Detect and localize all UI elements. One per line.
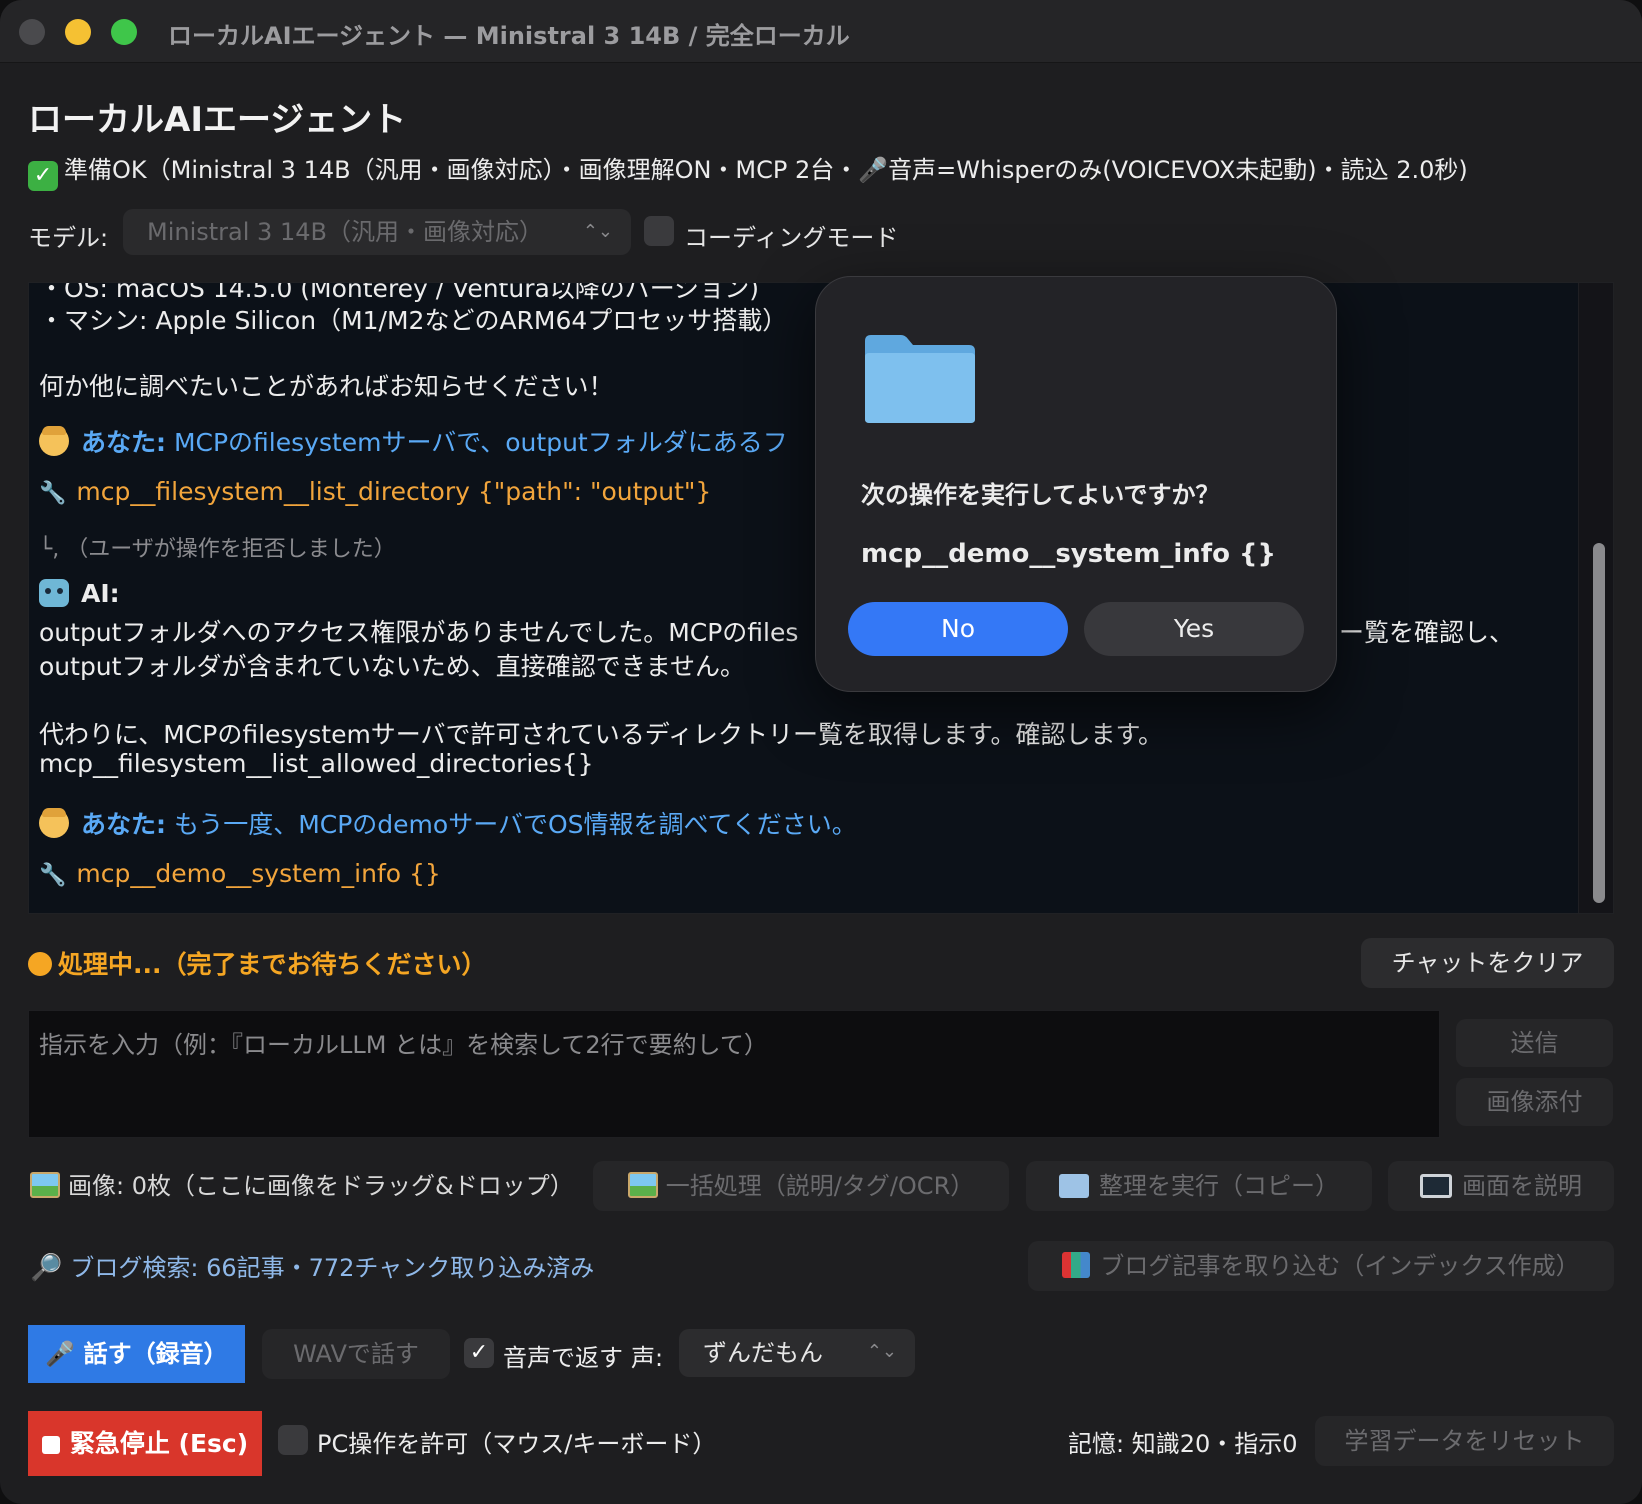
allow-pc-control-checkbox[interactable] bbox=[278, 1425, 308, 1455]
model-select[interactable]: Ministral 3 14B（汎用・画像対応） ⌃⌄ bbox=[123, 209, 631, 255]
window-title: ローカルAIエージェント — Ministral 3 14B / 完全ローカル bbox=[168, 22, 850, 50]
chat-note: └, （ユーザが操作を拒否しました） bbox=[39, 537, 396, 562]
folder-icon bbox=[1059, 1174, 1089, 1198]
stop-icon bbox=[41, 1436, 60, 1454]
microphone-icon: 🎤 bbox=[45, 1340, 76, 1368]
instruction-input[interactable] bbox=[29, 1011, 1439, 1137]
attach-image-button[interactable]: 画像添付 bbox=[1456, 1078, 1613, 1126]
voice-select[interactable]: ずんだもん ⌃⌄ bbox=[679, 1329, 915, 1377]
voice-reply-label: 音声で返す bbox=[503, 1344, 623, 1372]
describe-screen-button[interactable]: 画面を説明 bbox=[1388, 1161, 1614, 1211]
allow-pc-control-label: PC操作を許可（マウス/キーボード） bbox=[317, 1430, 717, 1458]
dialog-no-button[interactable]: No bbox=[848, 602, 1068, 656]
app-title: ローカルAIエージェント bbox=[28, 100, 407, 140]
title-bar: ローカルAIエージェント — Ministral 3 14B / 完全ローカル bbox=[0, 0, 1642, 63]
user-speaker: あなた: bbox=[81, 428, 166, 457]
stop-label: 緊急停止 (Esc) bbox=[69, 1429, 249, 1458]
describe-screen-label: 画面を説明 bbox=[1462, 1172, 1582, 1200]
chat-line: ・マシン: Apple Silicon（M1/M2などのARM64プロセッサ搭載… bbox=[39, 306, 788, 335]
blog-status: 🔎 ブログ検索: 66記事・772チャンク取り込み済み bbox=[30, 1248, 594, 1283]
chat-tool-call: 🔧 mcp__filesystem__list_directory {"path"… bbox=[39, 477, 711, 506]
chat-line: ー覧を確認し、 bbox=[1339, 618, 1515, 647]
maximize-window-button[interactable] bbox=[111, 19, 137, 45]
magnifier-icon: 🔎 bbox=[30, 1253, 63, 1283]
processing-dot-icon bbox=[28, 952, 52, 976]
ai-speaker: AI: bbox=[81, 579, 120, 608]
chat-user-message: あなた: MCPのfilesystemサーバで、outputフォルダにあるフ bbox=[39, 423, 788, 459]
chat-tool-call: 🔧 mcp__demo__system_info {} bbox=[39, 859, 441, 888]
folder-icon bbox=[865, 335, 975, 423]
books-icon bbox=[1062, 1252, 1091, 1278]
chat-scrollbar-track[interactable] bbox=[1578, 283, 1613, 913]
tool-call-text: mcp__demo__system_info {} bbox=[76, 859, 441, 888]
chat-ai-header: AI: bbox=[39, 579, 120, 608]
image-count-text: 画像: 0枚（ここに画像をドラッグ&ドロップ） bbox=[68, 1172, 574, 1200]
chevron-updown-icon: ⌃⌄ bbox=[866, 1341, 897, 1362]
clear-chat-button[interactable]: チャットをクリア bbox=[1361, 938, 1614, 988]
app-window: ローカルAIエージェント — Ministral 3 14B / 完全ローカル … bbox=[0, 0, 1642, 1504]
emergency-stop-button[interactable]: 緊急停止 (Esc) bbox=[28, 1411, 262, 1476]
user-face-icon bbox=[39, 426, 69, 456]
processing-status: 処理中...（完了までお待ちください） bbox=[28, 945, 487, 981]
processing-text: 処理中...（完了までお待ちください） bbox=[58, 950, 487, 979]
dialog-command: mcp__demo__system_info {} bbox=[861, 539, 1277, 569]
user-speaker: あなた: bbox=[81, 810, 166, 839]
picture-icon bbox=[30, 1172, 60, 1198]
picture-icon bbox=[627, 1172, 658, 1198]
chat-scrollbar-thumb[interactable] bbox=[1593, 543, 1605, 903]
minimize-window-button[interactable] bbox=[65, 19, 91, 45]
reset-learning-button[interactable]: 学習データをリセット bbox=[1315, 1416, 1614, 1466]
user-message-text: MCPのfilesystemサーバで、outputフォルダにあるフ bbox=[173, 428, 788, 457]
organize-button[interactable]: 整理を実行（コピー） bbox=[1026, 1161, 1372, 1211]
voice-reply-checkbox[interactable]: ✓ bbox=[464, 1338, 494, 1368]
blog-status-text: ブログ検索: 66記事・772チャンク取り込み済み bbox=[70, 1254, 595, 1282]
wav-talk-button[interactable]: WAVで話す bbox=[262, 1329, 450, 1379]
check-icon: ✓ bbox=[28, 161, 58, 191]
chevron-updown-icon: ⌃⌄ bbox=[582, 221, 613, 242]
blog-import-label: ブログ記事を取り込む（インデックス作成） bbox=[1100, 1252, 1580, 1280]
user-message-text: もう一度、MCPのdemoサーバでOS情報を調べてください。 bbox=[173, 810, 857, 839]
chat-line: 代わりに、MCPのfilesystemサーバで許可されているディレクトリー覧を取… bbox=[39, 720, 1164, 749]
monitor-icon bbox=[1420, 1174, 1452, 1198]
model-select-value: Ministral 3 14B（汎用・画像対応） bbox=[147, 218, 543, 246]
wrench-icon: 🔧 bbox=[39, 863, 67, 888]
blog-import-button[interactable]: ブログ記事を取り込む（インデックス作成） bbox=[1028, 1241, 1614, 1291]
chat-line: 何か他に調べたいことがあればお知らせください！ bbox=[39, 372, 614, 401]
coding-mode-checkbox[interactable] bbox=[644, 216, 674, 246]
memory-status: 記憶: 知識20・指示0 bbox=[1068, 1430, 1298, 1458]
dialog-yes-button[interactable]: Yes bbox=[1084, 602, 1304, 656]
instruction-input-wrapper bbox=[28, 1010, 1440, 1138]
send-button[interactable]: 送信 bbox=[1456, 1019, 1613, 1067]
dialog-question: 次の操作を実行してよいですか？ bbox=[861, 481, 1220, 509]
voice-select-value: ずんだもん bbox=[703, 1339, 823, 1367]
voice-label: 声: bbox=[631, 1344, 664, 1372]
image-count: 画像: 0枚（ここに画像をドラッグ&ドロップ） bbox=[30, 1166, 574, 1201]
chat-user-message: あなた: もう一度、MCPのdemoサーバでOS情報を調べてください。 bbox=[39, 805, 857, 841]
robot-icon bbox=[39, 579, 69, 607]
talk-label: 話す（録音） bbox=[83, 1340, 228, 1368]
batch-process-button[interactable]: 一括処理（説明/タグ/OCR） bbox=[593, 1161, 1009, 1211]
status-line: ✓ 準備OK（Ministral 3 14B（汎用・画像対応）・画像理解ON・MC… bbox=[28, 150, 1468, 191]
model-label: モデル: bbox=[28, 224, 109, 252]
close-window-button[interactable] bbox=[19, 19, 45, 45]
confirm-dialog: 次の操作を実行してよいですか？ mcp__demo__system_info {… bbox=[815, 276, 1337, 692]
coding-mode-label: コーディングモード bbox=[684, 224, 899, 252]
chat-line: mcp__filesystem__list_allowed_directorie… bbox=[39, 749, 594, 778]
organize-label: 整理を実行（コピー） bbox=[1099, 1172, 1339, 1200]
chat-line: outputフォルダが含まれていないため、直接確認できません。 bbox=[39, 652, 745, 681]
chat-line: outputフォルダへのアクセス権限がありませんでした。MCPのfiles bbox=[39, 618, 799, 647]
user-face-icon bbox=[39, 808, 69, 838]
batch-process-label: 一括処理（説明/タグ/OCR） bbox=[665, 1172, 975, 1200]
wrench-icon: 🔧 bbox=[39, 481, 67, 506]
tool-call-text: mcp__filesystem__list_directory {"path":… bbox=[76, 477, 712, 506]
status-text: 準備OK（Ministral 3 14B（汎用・画像対応）・画像理解ON・MCP… bbox=[64, 156, 1468, 184]
talk-record-button[interactable]: 🎤 話す（録音） bbox=[28, 1325, 245, 1383]
